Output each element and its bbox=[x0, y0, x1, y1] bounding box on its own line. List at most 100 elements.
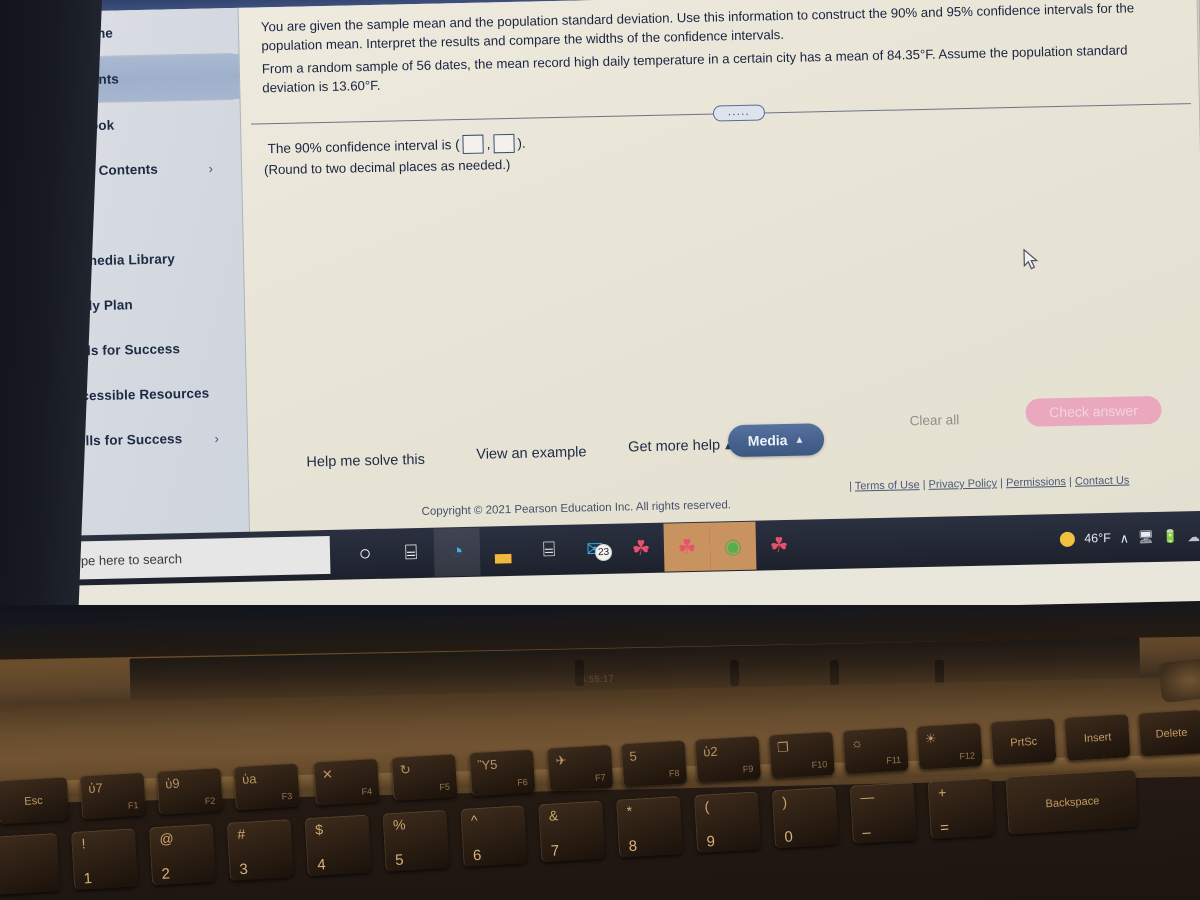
key-shift-glyph: * bbox=[626, 803, 632, 819]
microsoft-store-icon-glyph: ⌸ bbox=[542, 538, 555, 562]
key-fn-label: F12 bbox=[959, 750, 975, 761]
key-f6[interactable]: Ὓ5 F6 bbox=[469, 749, 535, 797]
weather-temperature: 46°F bbox=[1084, 531, 1111, 546]
key-shift-glyph: ! bbox=[81, 835, 86, 851]
key-fn-label: F5 bbox=[439, 782, 450, 793]
key-f9[interactable]: ὑ2 F9 bbox=[695, 735, 761, 783]
key-1[interactable]: ! 1 bbox=[71, 828, 138, 890]
mcafee-icon[interactable]: ☘ bbox=[617, 524, 664, 573]
view-an-example-link[interactable]: View an example bbox=[476, 444, 586, 462]
key-base-glyph: 7 bbox=[550, 842, 559, 859]
mcafee-icon-glyph: ☘ bbox=[769, 532, 788, 557]
battery-icon[interactable]: 🔋 bbox=[1163, 529, 1179, 544]
task-view-icon[interactable]: ⌸ bbox=[388, 529, 435, 578]
answer-prompt-prefix: The 90% confidence interval is ( bbox=[267, 137, 459, 156]
key-shift-glyph: & bbox=[548, 807, 558, 824]
help-me-solve-this-link[interactable]: Help me solve this bbox=[306, 452, 425, 471]
key-function-icon: ☼ bbox=[851, 735, 864, 751]
key-base-glyph: 3 bbox=[239, 861, 248, 878]
display-icon[interactable]: 🖥 bbox=[1138, 529, 1154, 544]
key-fn-label: F9 bbox=[743, 764, 754, 775]
answer-input-lower[interactable] bbox=[462, 135, 483, 154]
key-f11[interactable]: ☼ F11 bbox=[842, 726, 908, 774]
tray-expand-chevron-icon[interactable]: ∧ bbox=[1120, 530, 1129, 545]
key-function-icon: ὑ2 bbox=[703, 744, 718, 760]
key-delete[interactable]: Delete bbox=[1138, 709, 1200, 757]
key-backspace[interactable]: Backspace bbox=[1005, 769, 1138, 835]
system-tray[interactable]: 46°F ∧ 🖥 🔋 ☁ bbox=[1060, 528, 1200, 546]
key-f4[interactable]: ✕ F4 bbox=[313, 758, 379, 806]
key-insert[interactable]: Insert bbox=[1064, 713, 1130, 761]
mail-icon[interactable]: ✉23 bbox=[571, 525, 618, 574]
get-more-help-link[interactable]: Get more help ▲ bbox=[628, 437, 733, 455]
answer-input-upper[interactable] bbox=[493, 134, 514, 153]
key-label: Insert bbox=[1084, 731, 1112, 745]
key-fn-label: F10 bbox=[811, 759, 827, 770]
key-esc[interactable]: Esc bbox=[0, 776, 69, 824]
key-6[interactable]: ^ 6 bbox=[460, 805, 527, 867]
mcafee-icon[interactable]: ☘ bbox=[755, 521, 802, 570]
key-blank[interactable] bbox=[0, 833, 60, 895]
key-function-icon: ☀ bbox=[924, 731, 937, 748]
footer-link-terms-of-use[interactable]: Terms of Use bbox=[855, 479, 920, 492]
key-3[interactable]: #3 bbox=[227, 819, 294, 881]
key-shift-glyph: ^ bbox=[470, 812, 478, 828]
key-base-glyph: 9 bbox=[706, 833, 715, 850]
footer-link-privacy-policy[interactable]: Privacy Policy bbox=[928, 477, 997, 490]
key-8[interactable]: * 8 bbox=[616, 796, 683, 858]
key-=[interactable]: + = bbox=[927, 777, 994, 839]
footer-links[interactable]: | Terms of Use | Privacy Policy | Permis… bbox=[849, 475, 1129, 493]
key-f12[interactable]: ☀ F12 bbox=[916, 722, 982, 770]
key-label: Backspace bbox=[1045, 795, 1099, 810]
key-shift-glyph: $ bbox=[315, 821, 324, 837]
key-7[interactable]: & 7 bbox=[538, 801, 605, 863]
mcafee-icon-glyph: ☘ bbox=[677, 534, 696, 559]
task-view-icon-glyph: ⌸ bbox=[404, 541, 417, 565]
key-function-icon: ὐa bbox=[242, 771, 257, 787]
key-f8[interactable]: ὚5 F8 bbox=[621, 740, 687, 788]
key-f10[interactable]: ❐ F10 bbox=[768, 731, 834, 779]
edge-browser-icon[interactable]: ◔ bbox=[434, 528, 481, 577]
key-f1[interactable]: ὐ7 F1 bbox=[80, 772, 146, 820]
footer-link-permissions[interactable]: Permissions bbox=[1006, 476, 1066, 489]
key-fn-label: F11 bbox=[886, 755, 901, 766]
chevron-right-icon[interactable]: › bbox=[214, 430, 219, 445]
wifi-icon[interactable]: ☁ bbox=[1187, 528, 1200, 543]
key-f7[interactable]: ✈ F7 bbox=[547, 744, 613, 792]
footer-link-contact-us[interactable]: Contact Us bbox=[1075, 475, 1130, 488]
file-explorer-icon[interactable]: ▃ bbox=[480, 527, 527, 576]
key-shift-glyph: ) bbox=[782, 794, 788, 810]
get-more-help-label: Get more help bbox=[628, 437, 720, 455]
key-f3[interactable]: ὐa F3 bbox=[233, 763, 299, 811]
key-5[interactable]: % 5 bbox=[382, 810, 449, 872]
key-f2[interactable]: ὐ9 F2 bbox=[156, 767, 222, 815]
taskbar-app-icons[interactable]: ○ ⌸ ◔ ▃ ⌸ ✉23 ☘ ☘ ◉ ☘ bbox=[342, 521, 803, 579]
key-4[interactable]: $4 bbox=[305, 814, 372, 876]
key-f5[interactable]: ↻ F5 bbox=[391, 753, 457, 801]
key-prtsc[interactable]: PrtSc bbox=[990, 718, 1056, 766]
key-–[interactable]: — – bbox=[850, 782, 917, 844]
clear-all-button[interactable]: Clear all bbox=[910, 412, 960, 428]
key-2[interactable]: @2 bbox=[149, 824, 216, 886]
check-answer-button[interactable]: Check answer bbox=[1025, 396, 1162, 427]
key-fn-label: F2 bbox=[205, 796, 216, 807]
cortana-icon-glyph: ○ bbox=[358, 542, 371, 566]
key-function-icon: ✈ bbox=[555, 753, 567, 770]
microsoft-store-icon[interactable]: ⌸ bbox=[525, 526, 572, 575]
chrome-browser-icon[interactable]: ◉ bbox=[709, 522, 756, 571]
mcafee-icon-glyph: ☘ bbox=[631, 535, 650, 560]
key-function-icon: ὐ9 bbox=[165, 776, 180, 792]
expand-ellipsis-button[interactable]: ..... bbox=[713, 104, 765, 121]
key-function-icon: ὚5 bbox=[629, 748, 637, 763]
chevron-right-icon[interactable]: › bbox=[208, 160, 213, 175]
key-9[interactable]: (9 bbox=[694, 791, 761, 853]
key-label: PrtSc bbox=[1010, 735, 1038, 749]
answer-prompt-suffix: ). bbox=[517, 136, 526, 151]
cortana-icon[interactable]: ○ bbox=[342, 530, 389, 579]
copyright-notice: Copyright © 2021 Pearson Education Inc. … bbox=[421, 499, 731, 518]
media-button[interactable]: Media ▲ bbox=[728, 423, 825, 457]
key-0[interactable]: ) 0 bbox=[772, 787, 839, 849]
key-base-glyph: – bbox=[862, 824, 871, 841]
mcafee-icon[interactable]: ☘ bbox=[663, 523, 710, 572]
key-function-icon: Ὓ5 bbox=[477, 757, 498, 773]
